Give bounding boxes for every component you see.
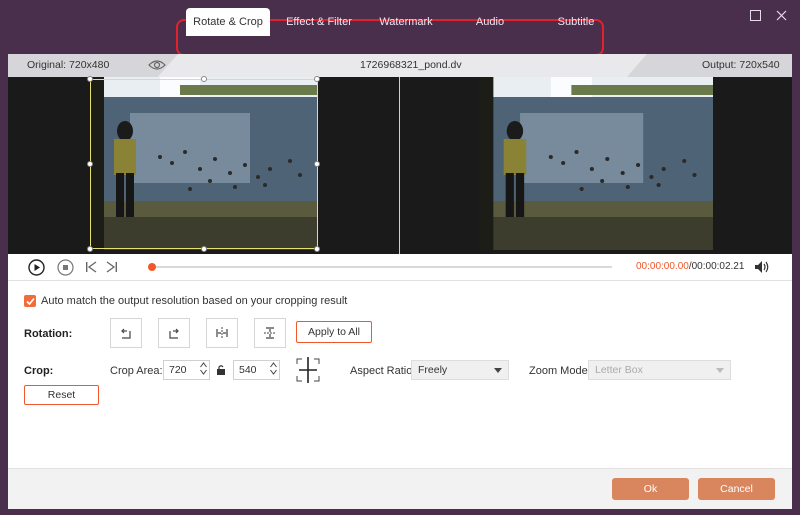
timecode: 00:00:00.00/00:00:02.21 [636,261,744,272]
center-crop-icon[interactable] [295,357,321,383]
crop-handle[interactable] [87,76,93,82]
crop-height-value: 540 [239,364,257,376]
apply-to-all-button[interactable]: Apply to All [296,321,372,343]
previous-frame-icon[interactable] [85,261,97,273]
progress-handle[interactable] [148,263,156,271]
play-icon[interactable] [28,259,45,276]
progress-slider[interactable] [148,263,612,271]
window-controls [748,8,788,22]
flip-horizontal-button[interactable] [206,318,238,348]
crop-height-input[interactable]: 540 [233,360,280,380]
preview-divider [399,77,400,254]
cancel-button[interactable]: Cancel [698,478,775,500]
volume-icon[interactable] [754,260,770,274]
aspect-ratio-select[interactable]: Freely [411,360,509,380]
auto-match-checkbox[interactable] [24,295,36,307]
rotate-left-button[interactable] [110,318,142,348]
crop-handle[interactable] [314,161,320,167]
crop-label: Crop: [24,365,54,377]
crop-frame[interactable] [90,79,318,249]
total-time: /00:00:02.21 [688,261,745,272]
flip-horizontal-icon [216,327,228,339]
caret-down-icon [716,368,724,373]
original-resolution: Original: 720x480 [27,59,110,71]
auto-match-option: Auto match the output resolution based o… [24,295,347,307]
aspect-ratio-value: Freely [418,364,448,376]
crop-handle[interactable] [314,246,320,252]
ok-button[interactable]: Ok [612,478,689,500]
current-time: 00:00:00.00 [636,261,689,272]
crop-handle[interactable] [201,246,207,252]
tab-rotate-crop[interactable]: Rotate & Crop [186,8,270,36]
zoom-mode-label: Zoom Mode: [529,365,591,377]
zoom-mode-value: Letter Box [595,364,643,376]
tab-watermark[interactable]: Watermark [370,8,442,36]
checkmark-icon [25,297,35,305]
crop-width-value: 720 [169,364,187,376]
aspect-ratio-label: Aspect Ratio: [350,365,416,377]
tab-effect-filter[interactable]: Effect & Filter [278,8,360,36]
caret-down-icon [494,368,502,373]
auto-match-label: Auto match the output resolution based o… [41,295,348,307]
chevron-up-icon[interactable] [270,362,277,368]
tab-audio[interactable]: Audio [462,8,518,36]
zoom-mode-select[interactable]: Letter Box [588,360,731,380]
rotate-right-icon [169,328,179,339]
lock-icon[interactable] [216,364,226,376]
flip-vertical-icon [264,327,276,339]
next-frame-icon[interactable] [106,261,118,273]
info-bar: Original: 720x480 1726968321_pond.dv Out… [8,54,792,77]
crop-width-input[interactable]: 720 [163,360,210,380]
preview-area [8,76,792,254]
file-name: 1726968321_pond.dv [360,59,462,71]
crop-handle[interactable] [201,76,207,82]
stop-icon[interactable] [57,259,74,276]
crop-area-label: Crop Area: [110,365,163,377]
close-icon[interactable] [774,8,788,22]
reset-button[interactable]: Reset [24,385,99,405]
crop-handle[interactable] [314,76,320,82]
maximize-icon[interactable] [748,8,762,22]
output-video-frame [479,77,713,250]
chevron-down-icon[interactable] [200,369,207,375]
rotate-right-button[interactable] [158,318,190,348]
crop-width-stepper[interactable] [200,362,207,375]
crop-handle[interactable] [87,161,93,167]
tab-subtitle[interactable]: Subtitle [548,8,604,36]
output-resolution: Output: 720x540 [702,59,780,71]
crop-height-stepper[interactable] [270,362,277,375]
rotation-label: Rotation: [24,328,73,340]
editor-panel: Original: 720x480 1726968321_pond.dv Out… [8,54,792,509]
flip-vertical-button[interactable] [254,318,286,348]
chevron-up-icon[interactable] [200,362,207,368]
chevron-down-icon[interactable] [270,369,277,375]
eye-icon[interactable] [148,58,166,72]
playback-bar: 00:00:00.00/00:00:02.21 [8,254,792,281]
crop-handle[interactable] [87,246,93,252]
rotate-left-icon [121,328,131,339]
dialog-footer: Ok Cancel [8,468,792,509]
